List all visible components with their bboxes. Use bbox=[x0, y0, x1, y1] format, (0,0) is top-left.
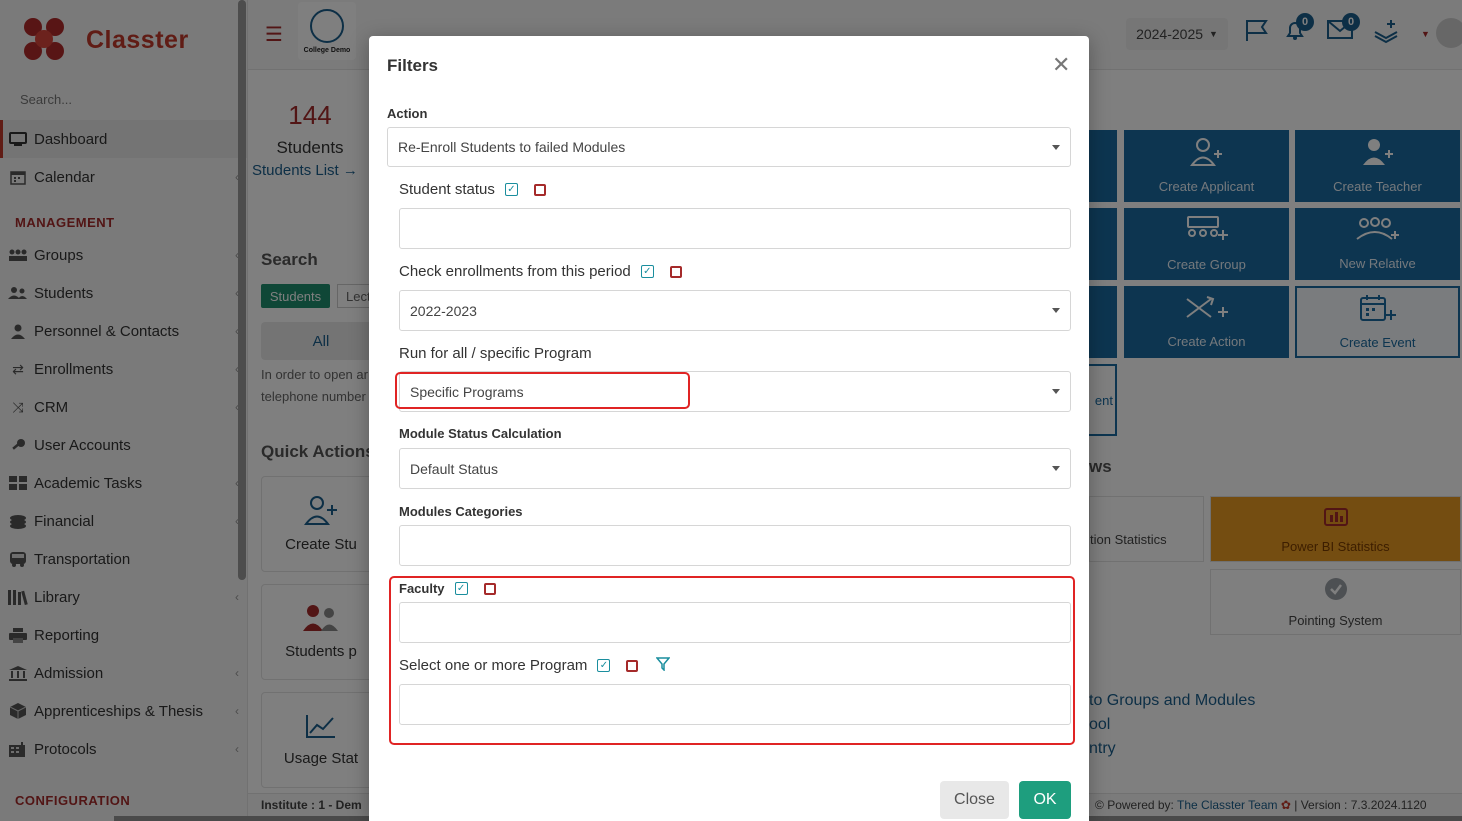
modules-categories-label: Modules Categories bbox=[399, 504, 523, 519]
highlight-box bbox=[395, 372, 690, 409]
caret-down-icon bbox=[1052, 145, 1060, 150]
student-status-label: Student status ✓ bbox=[399, 181, 546, 198]
period-select-value: 2022-2023 bbox=[410, 302, 477, 319]
action-label: Action bbox=[387, 106, 428, 121]
student-status-label-text: Student status bbox=[399, 181, 495, 198]
modal-title: Filters bbox=[387, 56, 439, 75]
select-all-checkbox-icon[interactable]: ✓ bbox=[504, 183, 518, 196]
period-label: Check enrollments from this period ✓ bbox=[399, 263, 682, 280]
caret-down-icon bbox=[1052, 308, 1060, 313]
deselect-all-checkbox-icon[interactable] bbox=[669, 265, 682, 278]
period-select[interactable]: 2022-2023 bbox=[399, 290, 1071, 331]
module-status-select[interactable]: Default Status bbox=[399, 448, 1071, 489]
select-all-checkbox-icon[interactable]: ✓ bbox=[640, 265, 654, 278]
action-select[interactable]: Re-Enroll Students to failed Modules bbox=[387, 127, 1071, 167]
module-status-select-value: Default Status bbox=[410, 460, 498, 477]
action-select-value: Re-Enroll Students to failed Modules bbox=[398, 139, 626, 155]
close-icon[interactable]: ✕ bbox=[1052, 52, 1070, 78]
program-scope-label: Run for all / specific Program bbox=[399, 345, 592, 362]
deselect-all-checkbox-icon[interactable] bbox=[533, 183, 546, 196]
highlight-box bbox=[389, 576, 1075, 745]
caret-down-icon bbox=[1052, 466, 1060, 471]
close-button[interactable]: Close bbox=[940, 781, 1009, 819]
student-status-multiselect[interactable] bbox=[399, 208, 1071, 249]
caret-down-icon bbox=[1052, 389, 1060, 394]
filters-modal: Filters ✕ Action Re-Enroll Students to f… bbox=[369, 36, 1089, 821]
module-status-label: Module Status Calculation bbox=[399, 426, 562, 441]
period-label-text: Check enrollments from this period bbox=[399, 263, 631, 280]
ok-button[interactable]: OK bbox=[1019, 781, 1071, 819]
modules-categories-multiselect[interactable] bbox=[399, 525, 1071, 566]
